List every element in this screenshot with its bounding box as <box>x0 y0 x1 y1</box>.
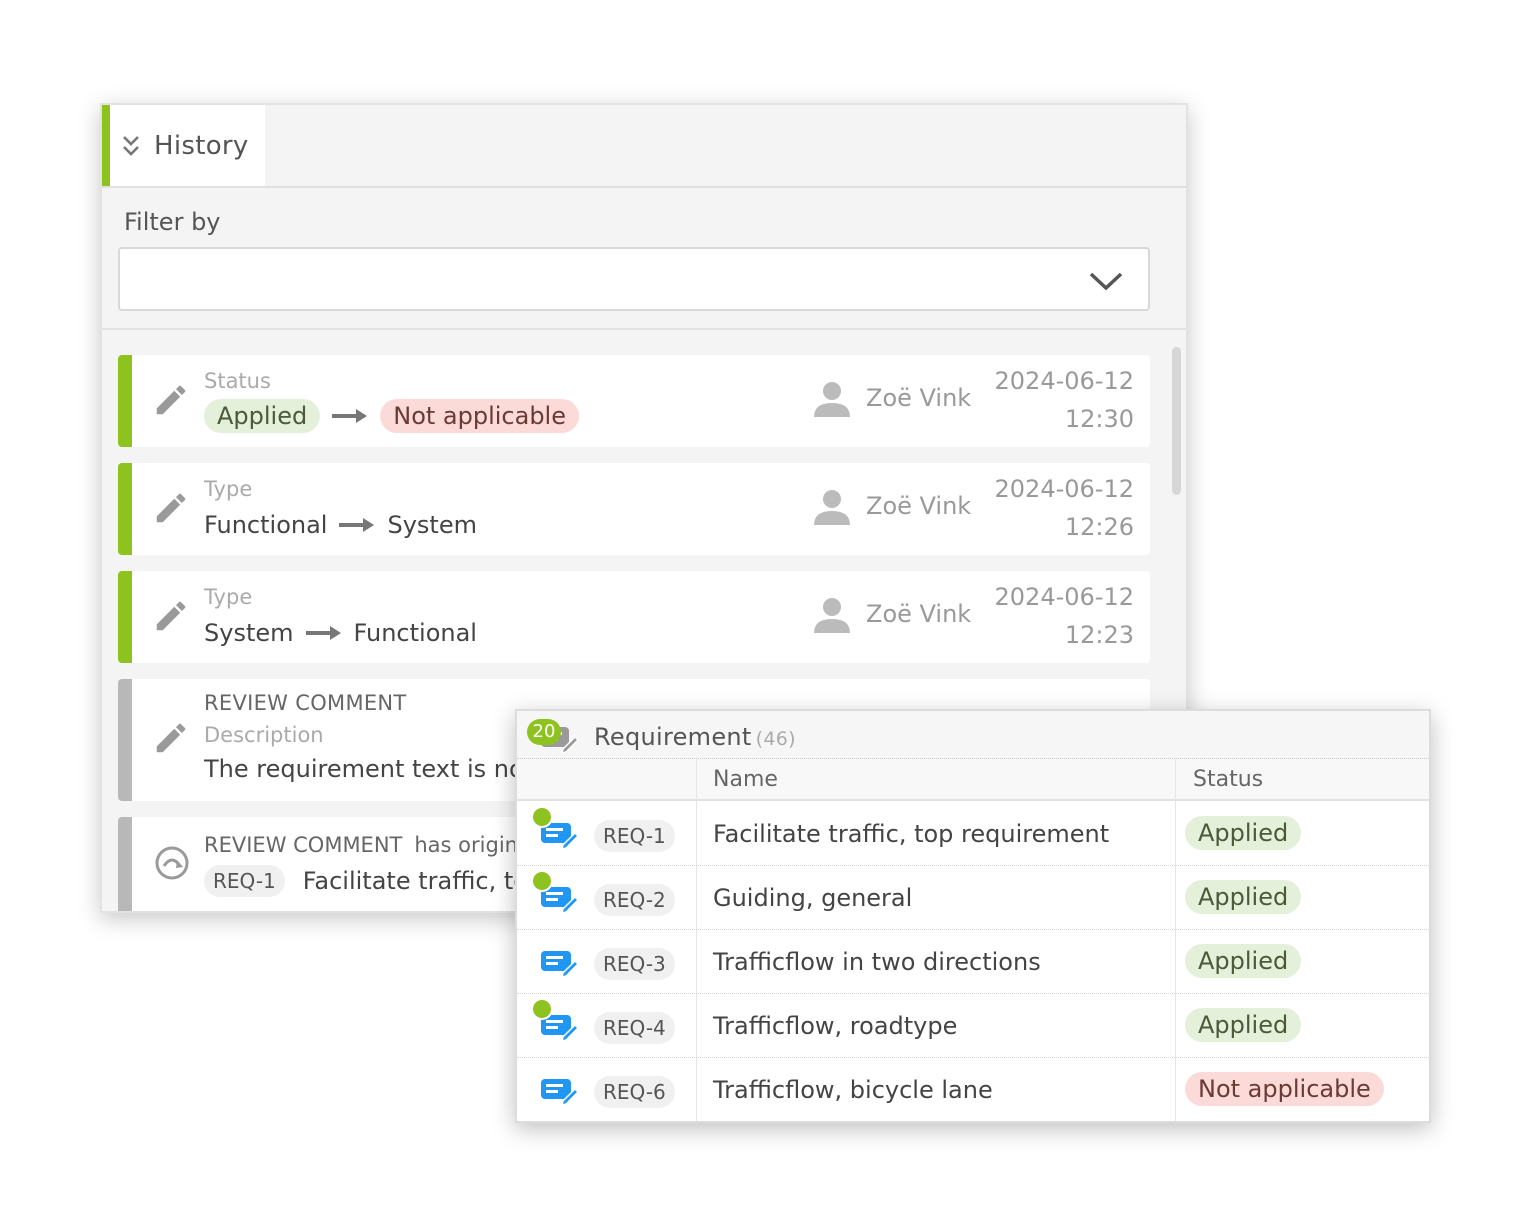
comment-heading: REVIEW COMMENT <box>204 691 407 715</box>
origin-name[interactable]: Facilitate traffic, top <box>303 867 543 895</box>
status-badge: Applied <box>1185 1008 1302 1042</box>
requirement-name[interactable]: Trafficflow, bicycle lane <box>713 1076 993 1104</box>
value-to: System <box>387 511 477 539</box>
requirement-id-chip[interactable]: REQ-1 <box>594 820 675 852</box>
user-name: Zoë Vink <box>866 492 972 520</box>
history-entry[interactable]: Type System Functional Zoë Vink 2024-06-… <box>118 571 1150 663</box>
comment-field: Description <box>204 723 324 747</box>
field-label: Type <box>204 585 253 609</box>
popup-title-row: Requirement (46) <box>594 723 796 751</box>
origin-row: REQ-1 Facilitate traffic, top <box>204 865 543 897</box>
requirement-icon <box>541 1079 579 1106</box>
value-to: Functional <box>353 619 477 647</box>
table-row[interactable]: REQ-4 Trafficflow, roadtype Applied <box>517 994 1429 1058</box>
requirement-icon <box>541 951 579 978</box>
scrollbar-thumb[interactable] <box>1172 347 1181 495</box>
requirement-id-chip[interactable]: REQ-6 <box>594 1076 675 1108</box>
arrow-right-icon <box>339 518 375 532</box>
filter-select[interactable] <box>118 247 1150 311</box>
status-badge-to: Not applicable <box>380 399 579 433</box>
history-tab[interactable]: History <box>102 105 265 186</box>
pencil-icon <box>156 385 186 415</box>
user-icon <box>814 598 850 633</box>
requirement-popup: 20 Requirement (46) Name Status REQ-1 Fac… <box>515 709 1431 1123</box>
history-entry[interactable]: Type Functional System Zoë Vink 2024-06-… <box>118 463 1150 555</box>
table-header: Name Status <box>517 759 1429 801</box>
value-from: Functional <box>204 511 328 539</box>
pencil-icon <box>156 601 186 631</box>
history-entry[interactable]: Status Applied Not applicable Zoë Vink 2… <box>118 355 1150 447</box>
status-badge: Not applicable <box>1185 1072 1384 1106</box>
table-row[interactable]: REQ-6 Trafficflow, bicycle lane Not appl… <box>517 1058 1429 1121</box>
comment-heading: REVIEW COMMENT <box>204 833 403 857</box>
filter-divider <box>102 328 1186 330</box>
popup-title: Requirement <box>594 723 752 751</box>
requirement-name[interactable]: Trafficflow, roadtype <box>713 1012 957 1040</box>
popup-count: (46) <box>755 728 796 750</box>
relation-label: has origin <box>414 833 518 857</box>
pencil-icon <box>156 493 186 523</box>
user-name: Zoë Vink <box>866 600 972 628</box>
user-icon <box>814 490 850 525</box>
change-row: Applied Not applicable <box>204 399 579 433</box>
status-badge: Applied <box>1185 816 1302 850</box>
chevron-down-icon[interactable] <box>1088 267 1124 295</box>
arrow-right-icon <box>332 409 368 423</box>
change-row: System Functional <box>204 619 477 647</box>
requirement-id-chip[interactable]: REQ-2 <box>594 884 675 916</box>
origin-heading: REVIEW COMMENT has origin <box>204 833 518 857</box>
entry-date: 2024-06-12 <box>994 583 1134 611</box>
count-badge: 20 <box>527 719 561 745</box>
requirement-id-chip[interactable]: REQ-4 <box>594 1012 675 1044</box>
field-label: Status <box>204 369 271 393</box>
user-icon <box>814 382 850 417</box>
entry-date: 2024-06-12 <box>994 475 1134 503</box>
requirement-name[interactable]: Trafficflow in two directions <box>713 948 1041 976</box>
requirement-id-chip[interactable]: REQ-3 <box>594 948 675 980</box>
entry-time: 12:26 <box>1064 513 1134 541</box>
field-label: Type <box>204 477 253 501</box>
table-row[interactable]: REQ-1 Facilitate traffic, top requiremen… <box>517 802 1429 866</box>
status-badge-from: Applied <box>204 399 321 433</box>
column-header-name[interactable]: Name <box>713 767 778 792</box>
user-name: Zoë Vink <box>866 384 972 412</box>
table-row[interactable]: REQ-3 Trafficflow in two directions Appl… <box>517 930 1429 994</box>
status-dot <box>531 870 553 892</box>
column-header-status[interactable]: Status <box>1193 767 1263 792</box>
entry-time: 12:30 <box>1064 405 1134 433</box>
pencil-icon <box>156 723 186 753</box>
value-from: System <box>204 619 294 647</box>
entry-date: 2024-06-12 <box>994 367 1134 395</box>
requirement-popup-header: 20 Requirement (46) <box>517 711 1429 759</box>
status-badge: Applied <box>1185 880 1302 914</box>
collapse-chevrons-icon[interactable] <box>120 133 142 159</box>
history-header: History <box>102 105 1186 188</box>
history-title: History <box>154 130 249 161</box>
status-dot <box>531 998 553 1020</box>
status-dot <box>531 806 553 828</box>
status-badge: Applied <box>1185 944 1302 978</box>
filter-label: Filter by <box>124 208 221 236</box>
arrow-right-icon <box>305 626 341 640</box>
origin-link-icon <box>155 846 189 880</box>
comment-text: The requirement text is not <box>204 755 534 783</box>
change-row: Functional System <box>204 511 477 539</box>
requirement-name[interactable]: Facilitate traffic, top requirement <box>713 820 1109 848</box>
table-row[interactable]: REQ-2 Guiding, general Applied <box>517 866 1429 930</box>
requirement-id-chip[interactable]: REQ-1 <box>204 865 285 897</box>
entry-time: 12:23 <box>1064 621 1134 649</box>
requirement-name[interactable]: Guiding, general <box>713 884 912 912</box>
